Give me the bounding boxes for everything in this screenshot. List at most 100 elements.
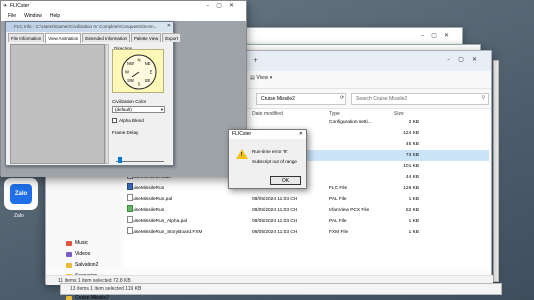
- file-type: PAL File: [329, 197, 347, 202]
- alpha-blend-checkbox[interactable]: [112, 118, 117, 124]
- alpha-blend-row[interactable]: Alpha Blend: [112, 118, 144, 124]
- view-menu[interactable]: ▤ View ▾: [250, 75, 272, 81]
- warning-exclamation: !: [240, 152, 243, 158]
- file-size: 126 KB: [403, 186, 419, 191]
- flc-file-icon: [127, 183, 133, 190]
- file-icon: [127, 194, 133, 201]
- scrollbar[interactable]: [105, 44, 109, 164]
- direction-dial-graphic: N NE E SE S SW W NW: [121, 54, 157, 90]
- search-icon: ⚲: [481, 95, 485, 101]
- file-type: FLC File: [329, 186, 348, 191]
- new-tab-icon[interactable]: +: [253, 57, 258, 64]
- sidebar-item-label: Videos: [75, 251, 91, 257]
- frame-delay-slider[interactable]: [116, 161, 164, 162]
- explorer-window-back[interactable]: –▢✕: [243, 27, 463, 45]
- tab-file-information[interactable]: File Information: [8, 33, 45, 42]
- file-name-text: CruiseMissileRun.pal: [127, 197, 173, 202]
- civ-color-value: (default): [115, 107, 132, 112]
- file-size: 73 KB: [405, 153, 419, 158]
- dial-direction-label[interactable]: N: [137, 58, 140, 63]
- window-controls[interactable]: –▢✕: [421, 32, 456, 39]
- file-date: 08/05/2024 11:03 CH: [252, 197, 298, 202]
- file-name-text: CruiseMissileRun_Alpha.pal: [127, 219, 187, 224]
- dial-direction-label[interactable]: NE: [145, 61, 151, 66]
- ok-button[interactable]: OK: [270, 176, 301, 185]
- file-icon: [127, 216, 133, 223]
- view-label: View: [256, 75, 269, 81]
- file-name: CruiseMissileRun.pal: [127, 194, 172, 205]
- image-file-icon: [127, 205, 133, 212]
- zalo-desktop-icon[interactable]: Zalo: [4, 178, 38, 210]
- dial-direction-label[interactable]: NW: [127, 61, 134, 66]
- app-icon: ✈: [3, 3, 8, 9]
- frame-delay-label: Frame Delay: [112, 130, 139, 135]
- file-name: CruiseMissileRun_Alpha.pal: [127, 216, 187, 227]
- sidebar-item-label: Salvation2: [75, 262, 99, 268]
- flc-info-window[interactable]: FLC Info - C:\Users\Gamer\Civilization I…: [5, 21, 181, 166]
- menu-window[interactable]: Window: [24, 11, 42, 21]
- dial-direction-label[interactable]: W: [125, 70, 129, 75]
- file-name: CruiseMissileRun: [127, 183, 164, 194]
- direction-dial[interactable]: N NE E SE S SW W NW: [112, 49, 164, 93]
- civ-color-label: Civilization Color: [112, 99, 147, 104]
- file-name: CruiseMissileRun_StoryBoard.FXM: [127, 227, 202, 238]
- zalo-label: Zalo: [14, 213, 24, 219]
- table-row[interactable]: CruiseMissileRun.pal 08/05/2024 11:03 CH P…: [124, 194, 489, 205]
- tab-extended-information[interactable]: Extended Information: [82, 33, 130, 42]
- sidebar-item[interactable]: Videos: [66, 249, 120, 259]
- table-row[interactable]: CruiseMissileRun_Alpha.pal 08/05/2024 11:…: [124, 216, 489, 227]
- slider-thumb[interactable]: [118, 157, 122, 163]
- refresh-icon[interactable]: ⟳: [340, 95, 344, 101]
- window-controls[interactable]: –▢✕: [447, 56, 485, 63]
- breadcrumb: Cruise Missile2: [261, 96, 295, 102]
- menu-help[interactable]: Help: [50, 11, 60, 21]
- table-row[interactable]: CruiseMissileRun_StoryBoard.FXM 08/05/202…: [124, 227, 489, 238]
- tab-export[interactable]: Export: [162, 33, 181, 42]
- menu-bar: File Window Help: [1, 11, 246, 21]
- sidebar-item-label: Music: [75, 240, 89, 246]
- file-size: 101 KB: [403, 164, 419, 169]
- error-message-title: Run-time error '9':: [252, 149, 289, 154]
- civ-color-select[interactable]: (default) ▾: [112, 106, 165, 113]
- tab-strip: File Information View Animation Extended I…: [8, 33, 181, 43]
- explorer-status-strip: 13 items 1 item selected 119 KB: [60, 283, 502, 295]
- folder-icon: [66, 262, 72, 268]
- file-size: 44 KB: [405, 175, 419, 180]
- tab-palette-view[interactable]: Palette View: [130, 33, 162, 42]
- music-icon: [66, 240, 72, 246]
- chevron-down-icon: ▾: [160, 107, 163, 112]
- error-dialog[interactable]: FLICster ✕ ! Run-time error '9': Subscri…: [228, 129, 307, 189]
- file-size: 1 KB: [408, 219, 419, 224]
- animation-preview: [10, 44, 105, 164]
- file-size: 52 KB: [405, 208, 419, 213]
- file-size: 1 KB: [408, 197, 419, 202]
- search-input[interactable]: Search Cruise Missile2 ⚲: [351, 93, 489, 105]
- tab-view-animation[interactable]: View Animation: [45, 33, 82, 43]
- flc-info-titlebar: FLC Info - C:\Users\Gamer\Civilization I…: [6, 22, 173, 32]
- file-size: 124 KB: [403, 131, 419, 136]
- explorer-window-edge: [493, 60, 499, 282]
- address-bar[interactable]: Cruise Missile2: [256, 93, 346, 105]
- file-icon: [127, 227, 133, 234]
- close-icon[interactable]: ✕: [299, 130, 303, 139]
- error-message-detail: Subscript out of range: [252, 159, 297, 164]
- dial-direction-label[interactable]: SW: [127, 78, 134, 83]
- table-row[interactable]: CruiseMissileRun 08/05/2024 11:03 CH Irfan…: [124, 205, 489, 216]
- dial-direction-label[interactable]: S: [138, 82, 141, 87]
- sidebar-item[interactable]: Music: [66, 238, 120, 248]
- sidebar-item[interactable]: Salvation2: [66, 260, 120, 270]
- file-size: 1 KB: [408, 230, 419, 235]
- file-type: PAL File: [329, 219, 347, 224]
- flicster-window[interactable]: ✈ FLICster –▢✕ File Window Help FLC Info…: [0, 0, 247, 177]
- menu-file[interactable]: File: [8, 11, 16, 21]
- flicster-titlebar: ✈ FLICster –▢✕: [1, 1, 246, 11]
- dial-direction-label[interactable]: SE: [145, 78, 151, 83]
- file-date: 08/05/2024 11:03 CH: [252, 219, 298, 224]
- close-icon[interactable]: ✕: [167, 23, 171, 29]
- dial-direction-label[interactable]: E: [150, 70, 153, 75]
- file-name: CruiseMissileRun: [127, 205, 164, 216]
- window-controls[interactable]: –▢✕: [206, 1, 241, 11]
- alpha-blend-label: Alpha Blend: [119, 118, 144, 123]
- window-title: FLICster: [10, 3, 30, 9]
- dialog-title: FLICster: [229, 130, 306, 139]
